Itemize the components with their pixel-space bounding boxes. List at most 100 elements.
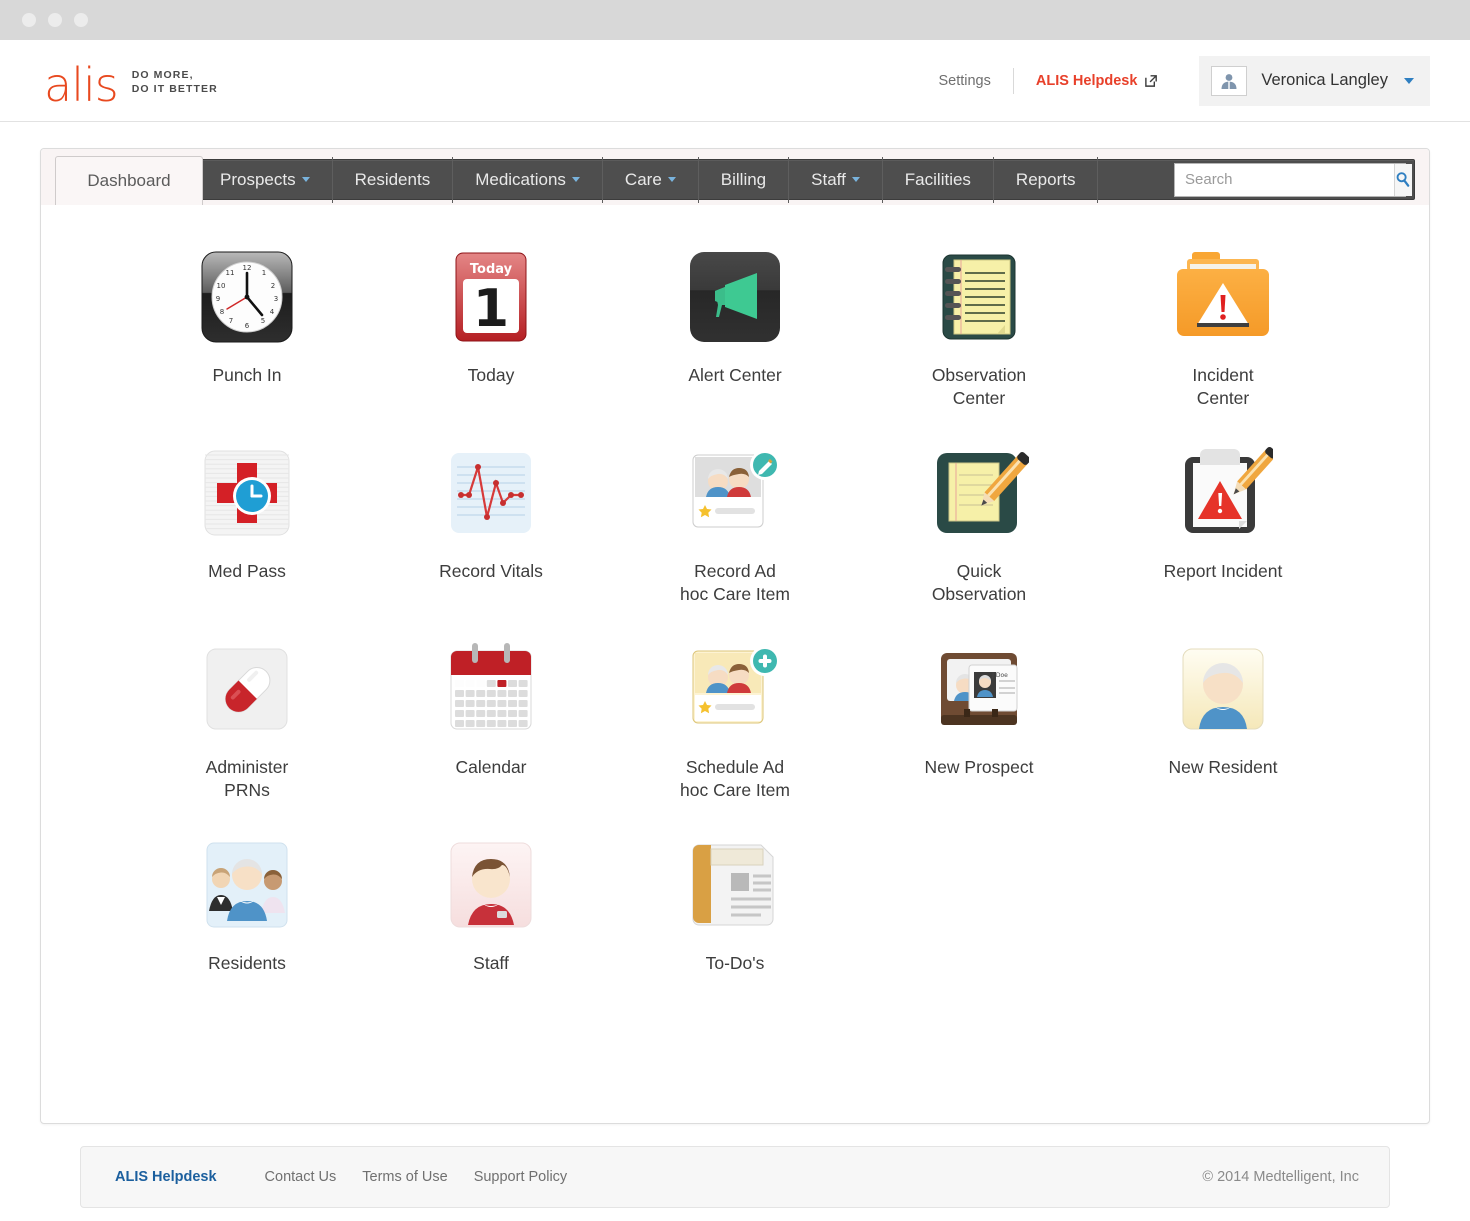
svg-text:3: 3 xyxy=(274,295,278,303)
notepad-icon xyxy=(929,247,1029,347)
tile-staff[interactable]: Staff xyxy=(369,835,613,975)
tile-label: New Prospect xyxy=(925,756,1034,779)
nav-tab-strip: Prospects Residents Medications Care Billing… xyxy=(197,159,1415,200)
user-menu[interactable]: Veronica Langley xyxy=(1199,56,1430,106)
tile-row: Residents Staff To-Do's xyxy=(125,835,1345,1008)
tile-record-vitals[interactable]: Record Vitals xyxy=(369,443,613,606)
tile-administer-prns[interactable]: AdministerPRNs xyxy=(125,639,369,802)
brand-tagline-line1: DO MORE, xyxy=(132,69,194,81)
tile-schedule-ad-hoc-care-item[interactable]: Schedule Adhoc Care Item xyxy=(613,639,857,802)
tile-placeholder xyxy=(1101,835,1345,975)
svg-text:J Doe: J Doe xyxy=(991,672,1008,679)
tile-punch-in[interactable]: 1212 345 678 91011 Punch In xyxy=(125,247,369,410)
care-item-edit-icon xyxy=(685,443,785,543)
business-card-icon: J Doe xyxy=(929,639,1029,739)
tile-to-do-s[interactable]: To-Do's xyxy=(613,835,857,975)
tile-incident-center[interactable]: IncidentCenter xyxy=(1101,247,1345,410)
chevron-down-icon xyxy=(852,177,860,182)
user-name-label: Veronica Langley xyxy=(1261,71,1388,90)
tile-label: AdministerPRNs xyxy=(206,756,289,802)
tile-label: Record Vitals xyxy=(439,560,543,583)
tile-label: Today xyxy=(468,364,515,387)
svg-text:4: 4 xyxy=(270,308,275,316)
search-input[interactable] xyxy=(1175,164,1394,196)
vitals-chart-icon xyxy=(441,443,541,543)
tile-label: Med Pass xyxy=(208,560,286,583)
tile-report-incident[interactable]: Report Incident xyxy=(1101,443,1345,606)
footer-alis-helpdesk-link[interactable]: ALIS Helpdesk xyxy=(115,1169,217,1185)
footer-link-contact-us[interactable]: Contact Us xyxy=(265,1169,337,1185)
tile-new-prospect[interactable]: J Doe New Prospect xyxy=(857,639,1101,802)
chevron-down-icon xyxy=(302,177,310,182)
footer-link-terms-of-use[interactable]: Terms of Use xyxy=(362,1169,447,1185)
footer-links: ALIS Helpdesk Contact Us Terms of Use Supp… xyxy=(115,1169,593,1185)
search-icon xyxy=(1395,171,1412,188)
nav-tab-label: Billing xyxy=(721,170,766,190)
nav-tab-label: Residents xyxy=(355,170,431,190)
nav-tab-label: Staff xyxy=(811,170,846,190)
tile-row: AdministerPRNs Calendar Schedule Adhoc C… xyxy=(125,639,1345,835)
tile-label: IncidentCenter xyxy=(1192,364,1253,410)
browser-title-bar xyxy=(0,0,1470,40)
tile-label: Calendar xyxy=(455,756,526,779)
search-area xyxy=(1174,163,1406,197)
svg-text:1: 1 xyxy=(262,269,266,277)
tile-record-ad-hoc-care-item[interactable]: Record Adhoc Care Item xyxy=(613,443,857,606)
alis-helpdesk-label: ALIS Helpdesk xyxy=(1036,73,1138,89)
dashboard-card: Dashboard Prospects Residents Medications C… xyxy=(40,148,1430,1124)
folder-warning-icon xyxy=(1173,247,1273,347)
tile-label: To-Do's xyxy=(706,952,765,975)
tile-med-pass[interactable]: Med Pass xyxy=(125,443,369,606)
brand-logo[interactable]: alis DO MORE, DO IT BETTER xyxy=(44,58,218,104)
tile-label: Staff xyxy=(473,952,509,975)
tile-alert-center[interactable]: Alert Center xyxy=(613,247,857,410)
tile-calendar[interactable]: Calendar xyxy=(369,639,613,802)
svg-text:10: 10 xyxy=(217,282,226,290)
nav-tab-reports[interactable]: Reports xyxy=(994,157,1099,203)
nav-tab-label: Care xyxy=(625,170,662,190)
dashboard-tile-grid: 1212 345 678 91011 Punch In Today 1 Toda… xyxy=(41,205,1429,1123)
alis-helpdesk-link[interactable]: ALIS Helpdesk xyxy=(1014,73,1182,89)
document-list-icon xyxy=(685,835,785,935)
nav-tab-facilities[interactable]: Facilities xyxy=(883,157,994,203)
staff-person-icon xyxy=(441,835,541,935)
tile-observation-center[interactable]: ObservationCenter xyxy=(857,247,1101,410)
svg-text:2: 2 xyxy=(271,282,275,290)
nav-tab-billing[interactable]: Billing xyxy=(699,157,789,203)
nav-tab-prospects[interactable]: Prospects xyxy=(198,157,333,203)
minimize-dot[interactable] xyxy=(48,13,62,27)
tile-label: Report Incident xyxy=(1164,560,1283,583)
tab-dashboard[interactable]: Dashboard xyxy=(55,156,203,205)
svg-text:5: 5 xyxy=(261,317,265,325)
people-group-icon xyxy=(197,835,297,935)
nav-tab-care[interactable]: Care xyxy=(603,157,699,203)
header-actions: Settings ALIS Helpdesk Veronica Langle xyxy=(916,56,1430,106)
tile-placeholder xyxy=(857,835,1101,975)
medical-cross-clock-icon xyxy=(197,443,297,543)
svg-text:1: 1 xyxy=(473,279,509,339)
tile-quick-observation[interactable]: QuickObservation xyxy=(857,443,1101,606)
svg-text:7: 7 xyxy=(229,317,233,325)
tile-today[interactable]: Today 1 Today xyxy=(369,247,613,410)
search-button[interactable] xyxy=(1394,164,1412,196)
tile-label: New Resident xyxy=(1169,756,1278,779)
nav-tab-medications[interactable]: Medications xyxy=(453,157,603,203)
nav-tab-label: Prospects xyxy=(220,170,296,190)
nav-tab-residents[interactable]: Residents xyxy=(333,157,454,203)
nav-tab-label: Reports xyxy=(1016,170,1076,190)
tile-new-resident[interactable]: New Resident xyxy=(1101,639,1345,802)
tile-label: Alert Center xyxy=(688,364,781,387)
svg-text:9: 9 xyxy=(216,295,220,303)
tile-residents[interactable]: Residents xyxy=(125,835,369,975)
maximize-dot[interactable] xyxy=(74,13,88,27)
svg-text:11: 11 xyxy=(226,269,235,277)
settings-link[interactable]: Settings xyxy=(916,73,1012,89)
footer-link-support-policy[interactable]: Support Policy xyxy=(474,1169,568,1185)
page-body: Dashboard Prospects Residents Medications C… xyxy=(0,122,1470,1221)
nav-tab-staff[interactable]: Staff xyxy=(789,157,883,203)
close-dot[interactable] xyxy=(22,13,36,27)
tile-label: Punch In xyxy=(212,364,281,387)
notepad-pencil-icon xyxy=(929,443,1029,543)
brand-tagline: DO MORE, DO IT BETTER xyxy=(132,68,218,96)
search-box[interactable] xyxy=(1174,163,1406,197)
